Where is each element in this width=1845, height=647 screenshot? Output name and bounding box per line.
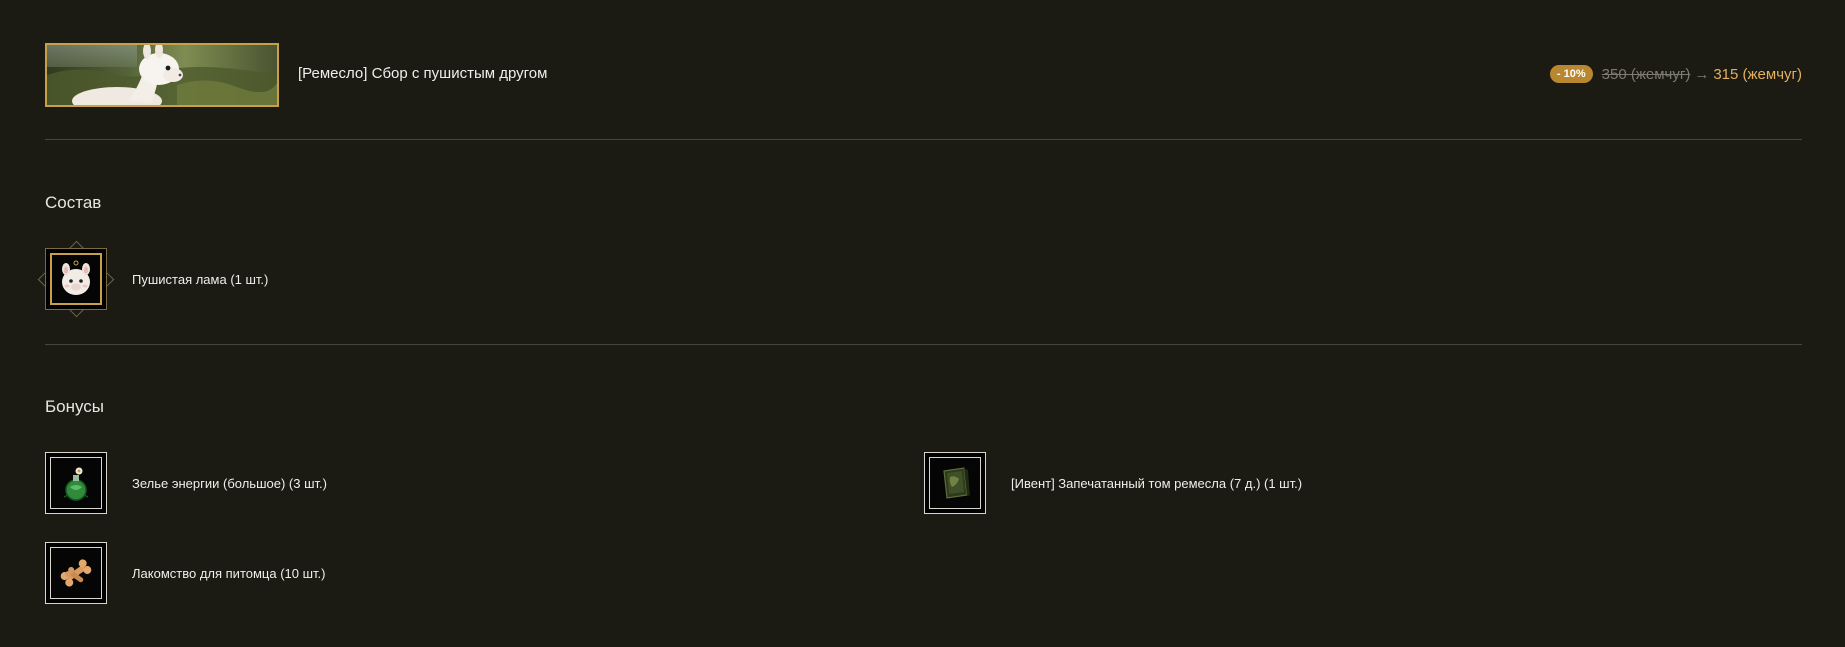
product-title: [Ремесло] Сбор с пушистым другом bbox=[298, 65, 548, 82]
composition-item-label: Пушистая лама (1 шт.) bbox=[132, 271, 269, 287]
product-header: [Ремесло] Сбор с пушистым другом - 10% 3… bbox=[45, 43, 1802, 107]
bonus-item: [Ивент] Запечатанный том ремесла (7 д.) … bbox=[924, 450, 1302, 516]
bonus-item: Лакомство для питомца (10 шт.) bbox=[45, 540, 326, 606]
divider bbox=[45, 139, 1802, 140]
new-price: 315 (жемчуг) bbox=[1713, 65, 1802, 83]
bonus-item: Зелье энергии (большое) (3 шт.) bbox=[45, 450, 327, 516]
product-detail-page: [Ремесло] Сбор с пушистым другом - 10% 3… bbox=[0, 0, 1845, 647]
llama-icon bbox=[50, 253, 102, 305]
discount-badge: - 10% bbox=[1549, 65, 1593, 83]
bonus-item-label: [Ивент] Запечатанный том ремесла (7 д.) … bbox=[1011, 475, 1303, 491]
bonuses-title: Бонусы bbox=[45, 397, 105, 416]
old-price: 350 (жемчуг) bbox=[1601, 65, 1691, 83]
divider bbox=[45, 344, 1802, 345]
product-banner-image[interactable] bbox=[45, 43, 279, 107]
price-box: - 10% 350 (жемчуг) → 315 (жемчуг) bbox=[1549, 65, 1802, 83]
composition-title: Состав bbox=[45, 193, 102, 212]
llama-item-slot[interactable] bbox=[37, 240, 115, 318]
sealed-tome-icon bbox=[929, 457, 981, 509]
bonus-item-label: Лакомство для питомца (10 шт.) bbox=[132, 565, 326, 581]
sealed-tome-slot[interactable] bbox=[924, 452, 986, 514]
price-arrow: → bbox=[1694, 65, 1710, 83]
composition-item: Пушистая лама (1 шт.) bbox=[37, 240, 269, 318]
energy-potion-slot[interactable] bbox=[45, 452, 107, 514]
bonus-item-label: Зелье энергии (большое) (3 шт.) bbox=[132, 475, 327, 491]
llama-banner-illustration bbox=[47, 45, 277, 105]
energy-potion-icon bbox=[50, 457, 102, 509]
pet-treat-slot[interactable] bbox=[45, 542, 107, 604]
pet-treat-icon bbox=[50, 547, 102, 599]
